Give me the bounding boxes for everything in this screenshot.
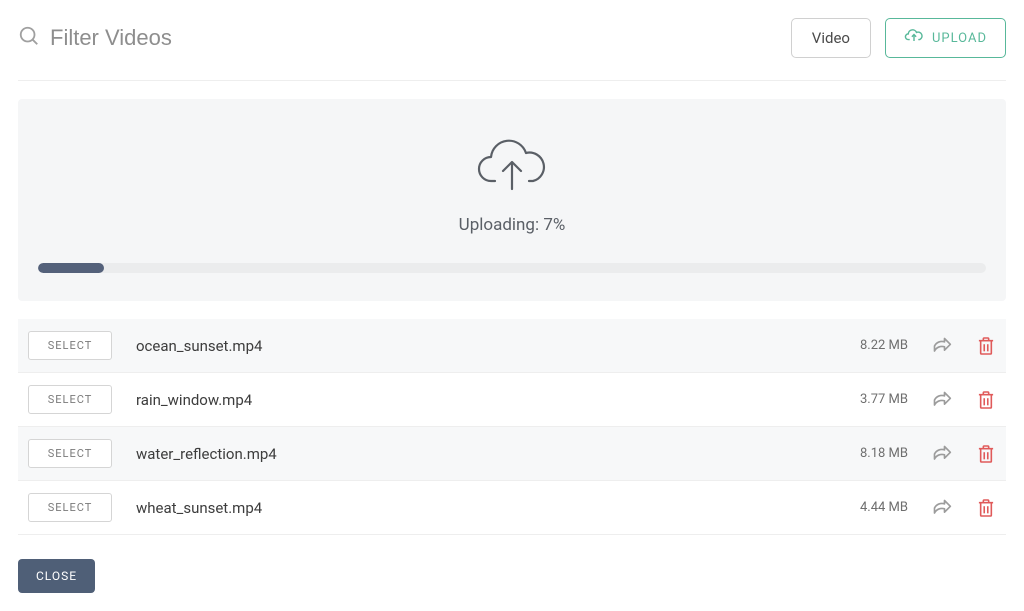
select-button[interactable]: SELECT <box>28 493 112 522</box>
file-name: ocean_sunset.mp4 <box>136 337 812 355</box>
file-name: wheat_sunset.mp4 <box>136 499 812 517</box>
select-button[interactable]: SELECT <box>28 385 112 414</box>
select-button[interactable]: SELECT <box>28 331 112 360</box>
file-list: SELECT ocean_sunset.mp4 8.22 MB SELECT rain_… <box>18 319 1006 535</box>
upload-panel: Uploading: 7% <box>18 99 1006 301</box>
cloud-upload-icon <box>904 28 924 48</box>
header: Video UPLOAD <box>18 18 1006 81</box>
share-icon[interactable] <box>932 444 952 464</box>
trash-icon[interactable] <box>976 390 996 410</box>
select-button[interactable]: SELECT <box>28 439 112 468</box>
upload-button-label: UPLOAD <box>932 31 987 46</box>
share-icon[interactable] <box>932 336 952 356</box>
file-row: SELECT water_reflection.mp4 8.18 MB <box>18 427 1006 481</box>
trash-icon[interactable] <box>976 336 996 356</box>
progress-fill <box>38 263 104 273</box>
cloud-upload-large-icon <box>38 137 986 193</box>
search-wrap <box>18 25 791 51</box>
progress-bar <box>38 263 986 273</box>
footer: CLOSE <box>18 559 1006 593</box>
file-size: 8.22 MB <box>836 338 908 353</box>
file-size: 3.77 MB <box>836 392 908 407</box>
video-type-button[interactable]: Video <box>791 18 871 58</box>
trash-icon[interactable] <box>976 444 996 464</box>
file-size: 4.44 MB <box>836 500 908 515</box>
share-icon[interactable] <box>932 390 952 410</box>
share-icon[interactable] <box>932 498 952 518</box>
header-actions: Video UPLOAD <box>791 18 1006 58</box>
upload-button[interactable]: UPLOAD <box>885 18 1006 58</box>
search-input[interactable] <box>50 25 791 51</box>
file-row: SELECT rain_window.mp4 3.77 MB <box>18 373 1006 427</box>
close-button[interactable]: CLOSE <box>18 559 95 593</box>
file-name: rain_window.mp4 <box>136 391 812 409</box>
file-row: SELECT wheat_sunset.mp4 4.44 MB <box>18 481 1006 535</box>
file-row: SELECT ocean_sunset.mp4 8.22 MB <box>18 319 1006 373</box>
trash-icon[interactable] <box>976 498 996 518</box>
file-size: 8.18 MB <box>836 446 908 461</box>
uploading-status-text: Uploading: 7% <box>38 215 986 235</box>
search-icon <box>18 25 40 51</box>
file-name: water_reflection.mp4 <box>136 445 812 463</box>
